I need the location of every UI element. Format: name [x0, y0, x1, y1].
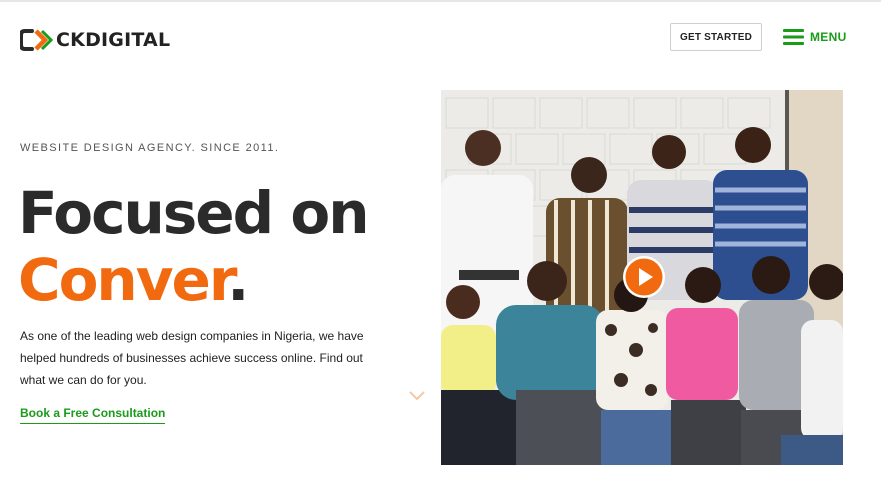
menu-button[interactable]: MENU [783, 27, 847, 47]
book-consultation-link[interactable]: Book a Free Consultation [20, 406, 166, 424]
logo-text: CKDIGITAL [56, 29, 171, 51]
menu-label: MENU [810, 30, 847, 44]
play-video-button[interactable] [622, 255, 666, 299]
hero-kicker: WEBSITE DESIGN AGENCY. SINCE 2011. [20, 142, 280, 154]
get-started-button[interactable]: GET STARTED [670, 23, 762, 51]
hero-description: As one of the leading web design compani… [20, 329, 364, 387]
hero-headline-accent: Conver [18, 246, 229, 314]
hero-headline-dot: . [227, 246, 249, 314]
hamburger-icon [783, 29, 804, 45]
hero-headline-line1: Focused on [18, 179, 369, 247]
logo[interactable]: CKDIGITAL [20, 28, 170, 52]
chevron-down-icon[interactable] [408, 390, 426, 402]
site-header: CKDIGITAL GET STARTED MENU [0, 2, 881, 72]
hero-headline-line2: Conver. [18, 245, 249, 315]
ck-logo-icon [20, 29, 54, 51]
